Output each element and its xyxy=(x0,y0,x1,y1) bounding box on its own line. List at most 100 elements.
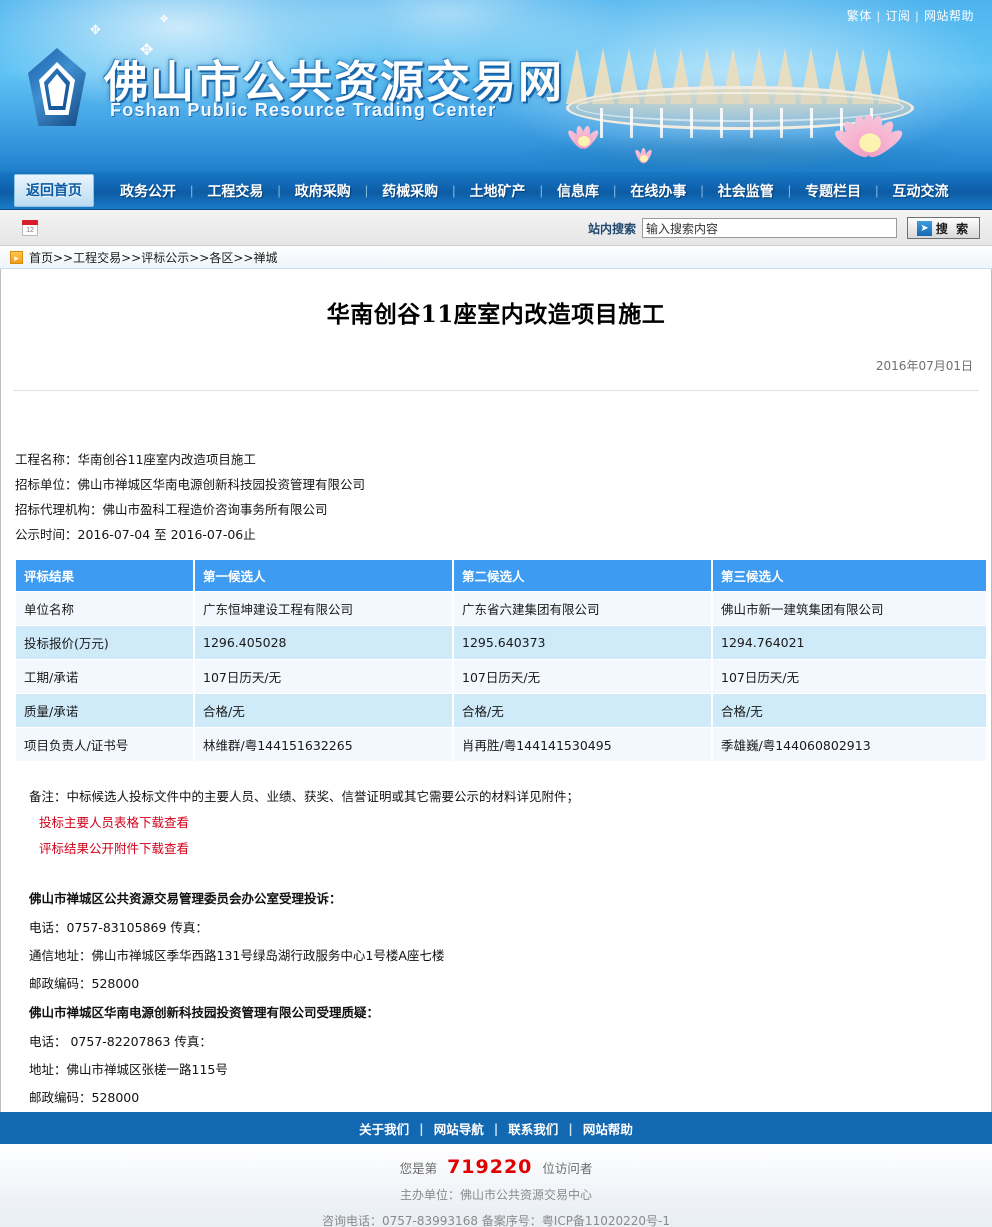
nav-item-government-procurement[interactable]: 政府采购 xyxy=(281,181,365,201)
contact-heading-complaints: 佛山市禅城区公共资源交易管理委员会办公室受理投诉： xyxy=(29,891,342,906)
visitor-suffix: 位访问者 xyxy=(542,1161,593,1176)
contact-heading-queries: 佛山市禅城区华南电源创新科技园投资管理有限公司受理质疑： xyxy=(29,1005,380,1020)
nav-item-special-columns[interactable]: 专题栏目 xyxy=(791,181,875,201)
search-button[interactable]: ➤ 搜 索 xyxy=(907,217,980,239)
nav-home-button[interactable]: 返回首页 xyxy=(14,174,94,207)
site-title-en: Foshan Public Resource Trading Center xyxy=(110,100,497,120)
cell-value: 1296.405028 xyxy=(195,626,452,659)
search-label: 站内搜索 xyxy=(587,221,636,236)
cell-value: 佛山市新一建筑集团有限公司 xyxy=(713,592,986,625)
info-project-name: 工程名称：华南创谷11座室内改造项目施工 xyxy=(15,452,256,467)
breadcrumb-marker-icon: ▸ xyxy=(10,250,23,264)
info-tender-unit: 招标单位：佛山市禅城区华南电源创新科技园投资管理有限公司 xyxy=(15,477,366,492)
info-agency: 招标代理机构：佛山市盈科工程造价咨询事务所有限公司 xyxy=(15,502,328,517)
download-link-evaluation-attachment[interactable]: 评标结果公开附件下载查看 xyxy=(39,836,991,862)
lotus-flower-icon xyxy=(628,139,660,167)
nav-item-online-service[interactable]: 在线办事 xyxy=(616,181,700,201)
footer-organizer: 主办单位：佛山市公共资源交易中心 xyxy=(399,1188,592,1202)
notes-text: 备注：中标候选人投标文件中的主要人员、业绩、获奖、信誉证明或其它需要公示的材料详… xyxy=(29,789,580,804)
publish-date: 2016年07月01日 xyxy=(875,359,973,373)
contact-section: 佛山市禅城区公共资源交易管理委员会办公室受理投诉： 电话：0757-831058… xyxy=(1,862,991,1112)
cell-value: 107日历天/无 xyxy=(195,660,452,693)
table-header-candidate-1: 第一候选人 xyxy=(195,560,452,591)
document-content: 华南创谷11座室内改造项目施工 2016年07月01日 工程名称：华南创谷11座… xyxy=(0,269,992,1112)
calendar-icon[interactable] xyxy=(22,219,38,236)
evaluation-result-table: 评标结果 第一候选人 第二候选人 第三候选人 单位名称 广东恒坤建设工程有限公司… xyxy=(14,559,988,762)
cell-value: 广东恒坤建设工程有限公司 xyxy=(195,592,452,625)
table-header-candidate-3: 第三候选人 xyxy=(713,560,986,591)
cell-label: 投标报价(万元) xyxy=(16,626,193,659)
cell-value: 合格/无 xyxy=(713,694,986,727)
page-root: 繁体 | 订阅 | 网站帮助 ✥ ✥ ✥ 佛山市公共资源交易网 Foshan P… xyxy=(0,0,992,1227)
lotus-flower-icon xyxy=(827,90,913,166)
search-input[interactable] xyxy=(642,218,897,238)
table-row: 工期/承诺 107日历天/无 107日历天/无 107日历天/无 xyxy=(16,660,986,693)
seagull-icon: ✥ xyxy=(90,22,101,37)
divider: | xyxy=(876,9,881,23)
project-info: 工程名称：华南创谷11座室内改造项目施工 招标单位：佛山市禅城区华南电源创新科技… xyxy=(1,391,991,547)
cell-value: 合格/无 xyxy=(454,694,711,727)
divider: | xyxy=(915,9,919,23)
cell-value: 季雄巍/粤144060802913 xyxy=(713,728,986,761)
table-row: 单位名称 广东恒坤建设工程有限公司 广东省六建集团有限公司 佛山市新一建筑集团有… xyxy=(16,592,986,625)
notes-section: 备注：中标候选人投标文件中的主要人员、业绩、获奖、信誉证明或其它需要公示的材料详… xyxy=(1,762,991,862)
cell-value: 1295.640373 xyxy=(454,626,711,659)
search-button-label: 搜 索 xyxy=(935,221,971,236)
nav-item-interactive-exchange[interactable]: 互动交流 xyxy=(879,181,963,201)
table-row: 项目负责人/证书号 林维群/粤144151632265 肖再胜/粤1441415… xyxy=(16,728,986,761)
cell-label: 质量/承诺 xyxy=(16,694,193,727)
link-subscribe[interactable]: 订阅 xyxy=(883,9,912,23)
contact-address: 地址：佛山市禅城区张槎一路115号 xyxy=(29,1062,228,1077)
breadcrumb-text[interactable]: 首页>>工程交易>>评标公示>>各区>>禅城 xyxy=(29,249,277,266)
top-utility-links: 繁体 | 订阅 | 网站帮助 xyxy=(845,7,976,24)
cell-value: 107日历天/无 xyxy=(713,660,986,693)
lotus-flower-icon xyxy=(560,112,608,154)
cell-value: 肖再胜/粤144141530495 xyxy=(454,728,711,761)
cell-value: 1294.764021 xyxy=(713,626,986,659)
nav-item-medical-procurement[interactable]: 药械采购 xyxy=(368,181,452,201)
table-header-criteria: 评标结果 xyxy=(16,560,193,591)
footer-link-about-us[interactable]: 关于我们 xyxy=(349,1119,419,1138)
footer-link-site-help[interactable]: 网站帮助 xyxy=(573,1119,643,1138)
cell-label: 单位名称 xyxy=(16,592,193,625)
search-bar: 站内搜索 ➤ 搜 索 xyxy=(0,210,992,246)
contact-phone: 电话： 0757-82207863 传真： xyxy=(29,1034,212,1049)
contact-postcode: 邮政编码：528000 xyxy=(29,976,140,991)
footer-links: 关于我们 | 网站导航 | 联系我们 | 网站帮助 xyxy=(0,1112,992,1144)
contact-address: 通信地址：佛山市禅城区季华西路131号绿岛湖行政服务中心1号楼A座七楼 xyxy=(29,948,445,963)
table-row: 投标报价(万元) 1296.405028 1295.640373 1294.76… xyxy=(16,626,986,659)
seagull-icon: ✥ xyxy=(160,14,169,25)
nav-item-social-supervision[interactable]: 社会监管 xyxy=(704,181,788,201)
cell-label: 项目负责人/证书号 xyxy=(16,728,193,761)
nav-item-land-minerals[interactable]: 土地矿产 xyxy=(456,181,540,201)
site-banner: 繁体 | 订阅 | 网站帮助 ✥ ✥ ✥ 佛山市公共资源交易网 Foshan P… xyxy=(0,0,992,172)
nav-item-information-base[interactable]: 信息库 xyxy=(543,181,613,201)
cell-value: 合格/无 xyxy=(195,694,452,727)
footer-body: 您是第 719220 位访问者 主办单位：佛山市公共资源交易中心 咨询电话：0757… xyxy=(0,1144,992,1227)
footer-link-contact-us[interactable]: 联系我们 xyxy=(498,1119,568,1138)
link-site-help[interactable]: 网站帮助 xyxy=(922,9,976,23)
visitor-count: 719220 xyxy=(447,1156,533,1178)
arrow-right-icon: ➤ xyxy=(916,220,932,236)
link-traditional[interactable]: 繁体 xyxy=(845,9,874,23)
info-publicity-period: 公示时间：2016-07-04 至 2016-07-06止 xyxy=(15,527,256,542)
main-navigation: 返回首页 政务公开 | 工程交易 | 政府采购 | 药械采购 | 土地矿产 | 信息库 | … xyxy=(0,172,992,210)
visitor-counter: 您是第 719220 位访问者 xyxy=(0,1154,992,1182)
search-controls: 站内搜索 ➤ 搜 索 xyxy=(588,210,980,246)
contact-postcode: 邮政编码：528000 xyxy=(29,1090,140,1105)
visitor-prefix: 您是第 xyxy=(399,1161,438,1176)
breadcrumb: ▸ 首页>>工程交易>>评标公示>>各区>>禅城 xyxy=(0,246,992,269)
cell-value: 107日历天/无 xyxy=(454,660,711,693)
cell-label: 工期/承诺 xyxy=(16,660,193,693)
cell-value: 广东省六建集团有限公司 xyxy=(454,592,711,625)
nav-item-engineering-trade[interactable]: 工程交易 xyxy=(193,181,277,201)
table-row: 质量/承诺 合格/无 合格/无 合格/无 xyxy=(16,694,986,727)
footer-link-site-map[interactable]: 网站导航 xyxy=(424,1119,494,1138)
cell-value: 林维群/粤144151632265 xyxy=(195,728,452,761)
table-header-row: 评标结果 第一候选人 第二候选人 第三候选人 xyxy=(16,560,986,591)
table-header-candidate-2: 第二候选人 xyxy=(454,560,711,591)
contact-phone: 电话：0757-83105869 传真： xyxy=(29,920,208,935)
download-link-bidder-personnel[interactable]: 投标主要人员表格下载查看 xyxy=(39,810,991,836)
site-logo-icon[interactable] xyxy=(28,48,86,126)
nav-item-government-affairs[interactable]: 政务公开 xyxy=(106,181,190,201)
